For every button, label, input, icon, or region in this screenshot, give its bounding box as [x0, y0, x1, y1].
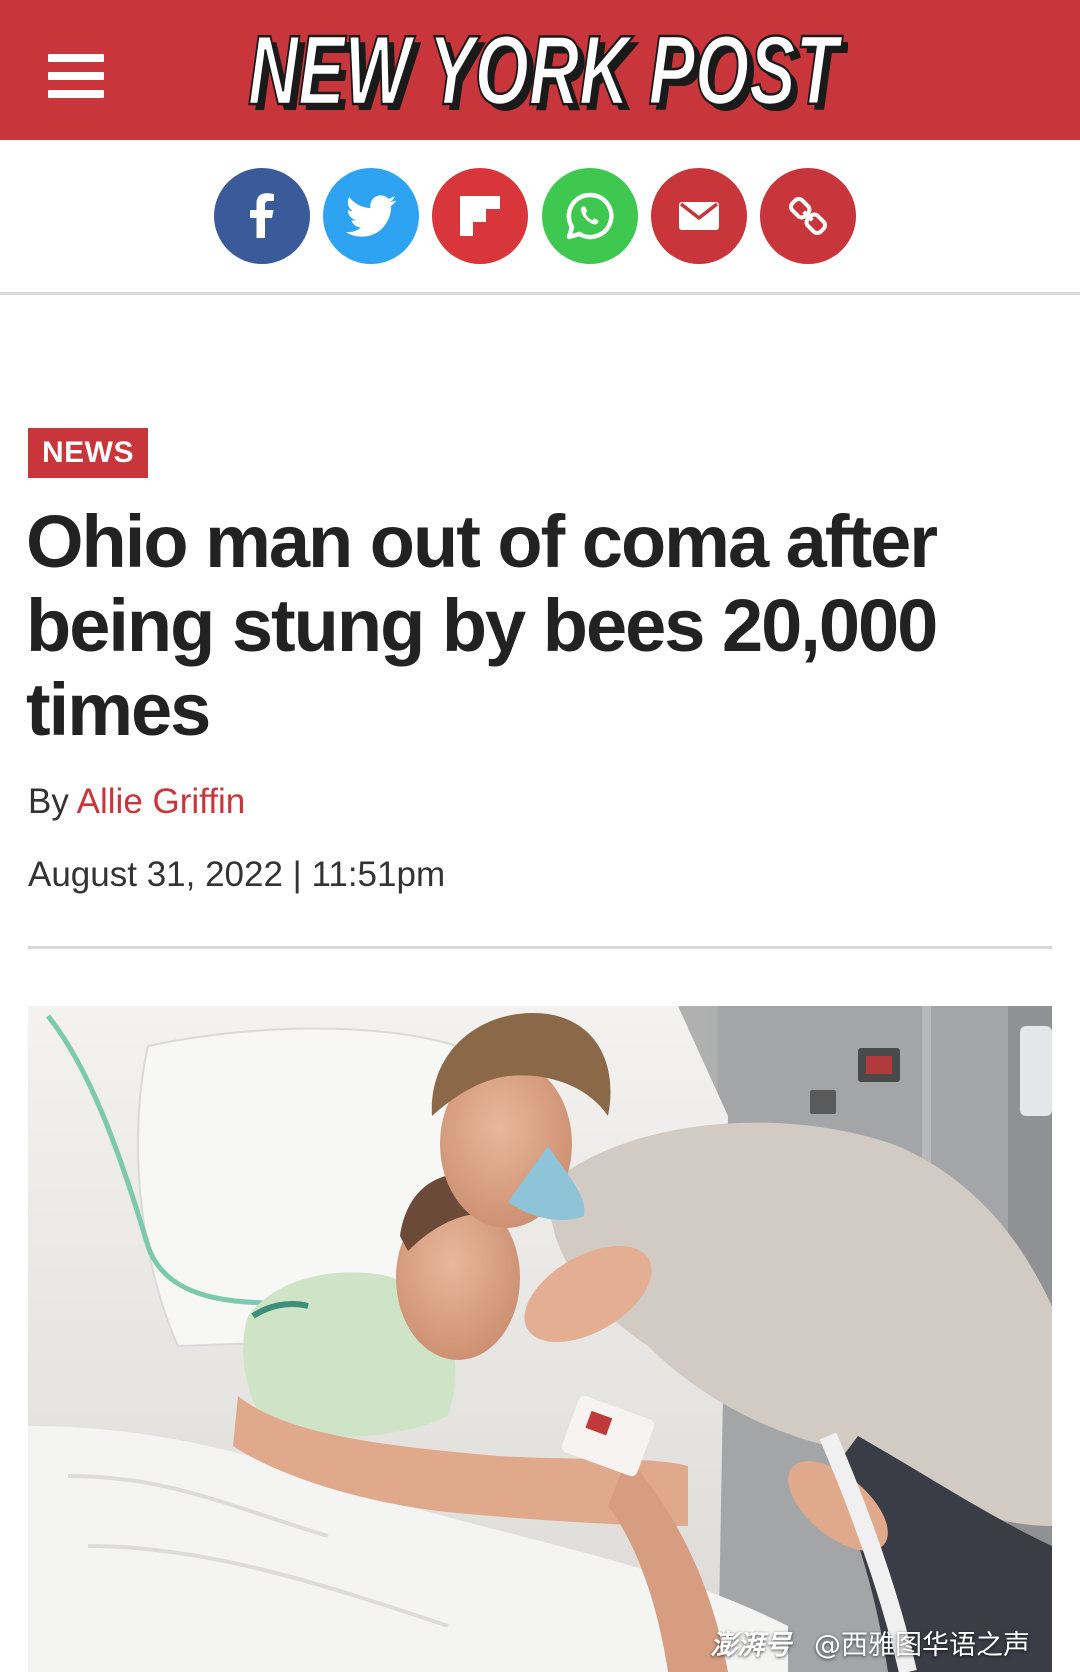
author-link[interactable]: Allie Griffin [77, 782, 246, 821]
share-bar [0, 140, 1080, 295]
facebook-share-button[interactable] [214, 168, 310, 264]
article-headline: Ohio man out of coma after being stung b… [26, 500, 938, 751]
byline-prefix: By [28, 782, 69, 821]
byline: By Allie Griffin [28, 782, 245, 822]
photo-watermark: 澎湃号 @西雅图华语之声 [710, 1623, 1030, 1662]
publish-date: August 31, 2022 [28, 855, 283, 894]
email-share-button[interactable] [651, 168, 747, 264]
hamburger-menu-icon[interactable] [48, 54, 104, 98]
whatsapp-share-button[interactable] [542, 168, 638, 264]
email-icon [679, 202, 719, 230]
article-photo[interactable]: 澎湃号 @西雅图华语之声 [28, 1006, 1052, 1672]
twitter-share-button[interactable] [323, 168, 419, 264]
flipboard-share-button[interactable] [432, 168, 528, 264]
site-header: NEW YORK POST NEW YORK POST [0, 0, 1080, 140]
site-logo[interactable]: NEW YORK POST NEW YORK POST [238, 16, 848, 120]
publish-dateline: August 31, 2022 | 11:51pm [28, 855, 445, 895]
whatsapp-icon [566, 192, 614, 240]
publish-time: 11:51pm [311, 855, 446, 894]
flipboard-icon [460, 196, 500, 236]
watermark-account: @西雅图华语之声 [814, 1630, 1030, 1661]
twitter-icon [345, 195, 397, 237]
section-badge[interactable]: NEWS [28, 428, 148, 478]
hospital-photo-illustration [28, 1006, 1052, 1672]
copy-link-share-button[interactable] [760, 168, 856, 264]
date-separator: | [292, 855, 302, 894]
facebook-icon [250, 193, 274, 238]
divider [28, 946, 1052, 949]
svg-text:NEW YORK POST: NEW YORK POST [248, 16, 843, 120]
link-icon [788, 196, 828, 236]
watermark-brand: 澎湃号 [710, 1630, 792, 1661]
